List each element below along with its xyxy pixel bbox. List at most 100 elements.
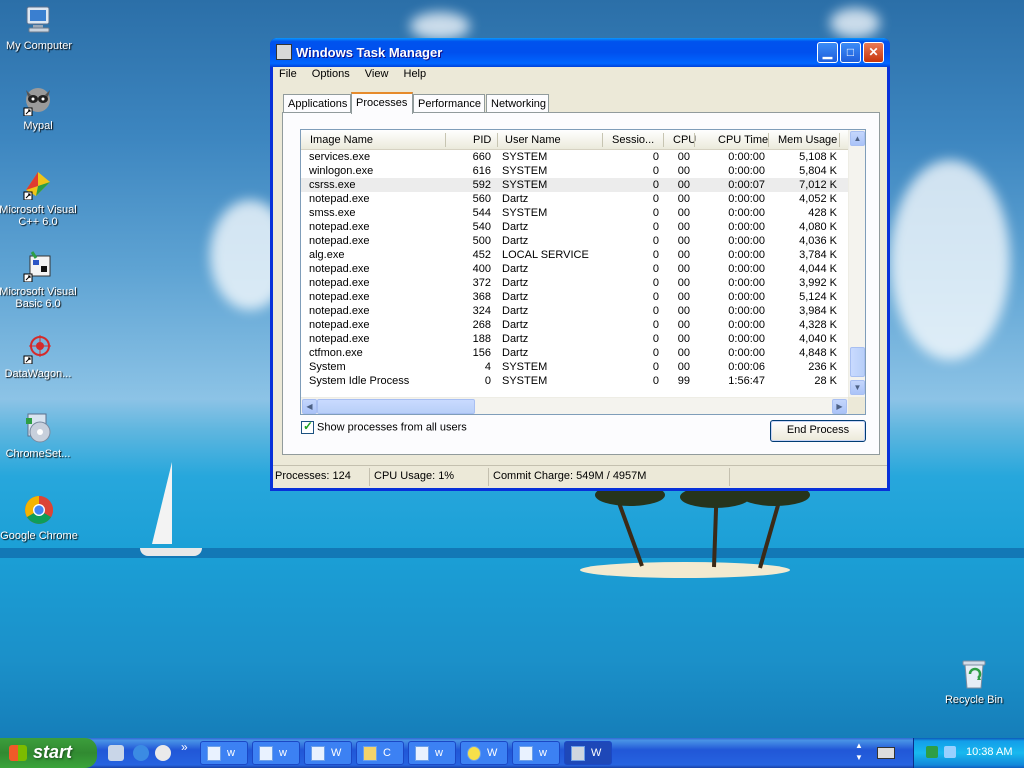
taskbar: start » w w W C w W w W ▲ ▼ 10:38 AM [0, 738, 1024, 768]
table-row[interactable]: notepad.exe 368 Dartz 0 00 0:00:00 5,124 K [301, 290, 849, 304]
taskbar-button-1[interactable]: w [200, 741, 248, 765]
column-image-name[interactable]: Image Name [310, 134, 373, 146]
scroll-right-button[interactable]: ▶ [832, 399, 847, 414]
taskbar-button-6[interactable]: W [460, 741, 508, 765]
table-row[interactable]: notepad.exe 268 Dartz 0 00 0:00:00 4,328 K [301, 318, 849, 332]
quick-launch-show-desktop-icon[interactable] [108, 745, 124, 761]
maximize-button[interactable]: □ [840, 42, 861, 63]
taskbar-button-5[interactable]: w [408, 741, 456, 765]
cell-time: 0:00:00 [728, 193, 765, 205]
network-icon[interactable] [944, 746, 956, 758]
datawagon-icon [22, 332, 54, 365]
cell-user: LOCAL SERVICE [502, 249, 589, 261]
scroll-down-button[interactable]: ▼ [850, 380, 865, 395]
column-cpu[interactable]: CPU [673, 134, 696, 146]
process-list[interactable]: Image Name PID User Name Sessio... CPU C… [300, 129, 866, 415]
show-all-users-checkbox[interactable]: ✓ [301, 419, 314, 434]
tab-applications[interactable]: Applications [283, 94, 351, 113]
desktop-icon-my-computer[interactable]: My Computer [0, 4, 79, 52]
cell-session: 0 [652, 151, 659, 163]
column-session[interactable]: Sessio... [612, 134, 654, 146]
clock[interactable]: 10:38 AM [966, 746, 1012, 758]
cell-cpu: 00 [677, 305, 690, 317]
taskbar-button-3[interactable]: W [304, 741, 352, 765]
desktop-icon-recycle-bin[interactable]: Recycle Bin [934, 658, 1014, 706]
tab-networking[interactable]: Networking [486, 94, 549, 113]
quick-launch-overflow[interactable]: » [181, 740, 188, 754]
cell-time: 0:00:00 [728, 319, 765, 331]
title-bar[interactable]: Windows Task Manager ▁ □ ✕ [270, 38, 890, 67]
table-row[interactable]: notepad.exe 400 Dartz 0 00 0:00:00 4,044 K [301, 262, 849, 276]
menu-view[interactable]: View [365, 68, 389, 80]
cell-mem: 5,124 K [799, 291, 837, 303]
taskbar-scroll-buttons[interactable]: ▲ ▼ [852, 740, 866, 766]
desktop-icon-label: Mypal [23, 120, 53, 132]
checkmark-icon: ✓ [303, 419, 314, 433]
cell-mem: 3,984 K [799, 305, 837, 317]
vertical-scrollbar[interactable]: ▲ ▼ [848, 130, 865, 398]
table-row[interactable]: notepad.exe 500 Dartz 0 00 0:00:00 4,036 K [301, 234, 849, 248]
taskbar-button-4[interactable]: C [356, 741, 404, 765]
column-mem-usage[interactable]: Mem Usage [778, 134, 837, 146]
taskbar-button-7[interactable]: w [512, 741, 560, 765]
horizontal-scroll-thumb[interactable] [317, 399, 475, 414]
table-row[interactable]: notepad.exe 324 Dartz 0 00 0:00:00 3,984 K [301, 304, 849, 318]
scroll-left-button[interactable]: ◀ [302, 399, 317, 414]
desktop-icon-google-chrome[interactable]: Google Chrome [0, 494, 79, 542]
taskbar-button-label: w [227, 747, 235, 759]
status-processes: Processes: 124 [275, 470, 351, 482]
menu-file[interactable]: File [279, 68, 297, 80]
table-row[interactable]: notepad.exe 372 Dartz 0 00 0:00:00 3,992 K [301, 276, 849, 290]
table-row[interactable]: smss.exe 544 SYSTEM 0 00 0:00:00 428 K [301, 206, 849, 220]
computer-icon [23, 4, 55, 36]
horizontal-scrollbar[interactable]: ◀ ▶ [301, 397, 849, 414]
desktop-icon-visual-cpp[interactable]: Microsoft Visual C++ 6.0 [0, 168, 78, 228]
end-process-button[interactable]: End Process [770, 420, 866, 442]
task-manager-icon [571, 746, 585, 761]
cell-cpu: 99 [677, 375, 690, 387]
table-row[interactable]: ctfmon.exe 156 Dartz 0 00 0:00:00 4,848 K [301, 346, 849, 360]
tab-processes[interactable]: Processes [351, 92, 413, 114]
desktop-icon-chromeset[interactable]: ChromeSet... [0, 412, 78, 460]
cell-user: SYSTEM [502, 207, 548, 219]
show-all-users-option[interactable]: ✓ Show processes from all users [301, 419, 467, 434]
table-row[interactable]: notepad.exe 188 Dartz 0 00 0:00:00 4,040 K [301, 332, 849, 346]
desktop-icon-datawagon[interactable]: DataWagon... [0, 332, 78, 380]
minimize-button[interactable]: ▁ [817, 42, 838, 63]
close-button[interactable]: ✕ [863, 42, 884, 63]
menu-options[interactable]: Options [312, 68, 350, 80]
column-pid[interactable]: PID [473, 134, 491, 146]
cell-cpu: 00 [677, 291, 690, 303]
task-manager-window[interactable]: Windows Task Manager ▁ □ ✕ File Options … [270, 38, 890, 491]
quick-launch-media-player-icon[interactable] [155, 745, 171, 761]
scroll-up-button[interactable]: ▲ [850, 131, 865, 146]
table-row[interactable]: System Idle Process 0 SYSTEM 0 99 1:56:47 28 K [301, 374, 849, 388]
tab-performance[interactable]: Performance [413, 94, 485, 113]
cell-name: csrss.exe [309, 179, 356, 191]
minimize-icon: ▁ [822, 45, 833, 59]
vertical-scroll-thumb[interactable] [850, 347, 865, 377]
taskbar-button-2[interactable]: w [252, 741, 300, 765]
keyboard-icon[interactable] [877, 747, 895, 759]
table-row[interactable]: notepad.exe 560 Dartz 0 00 0:00:00 4,052 K [301, 192, 849, 206]
column-user-name[interactable]: User Name [505, 134, 561, 146]
menu-help[interactable]: Help [404, 68, 427, 80]
cell-pid: 4 [484, 361, 491, 373]
desktop-icon-visual-basic[interactable]: Microsoft Visual Basic 6.0 [0, 250, 78, 310]
tray-app-icon[interactable] [926, 746, 938, 758]
table-row[interactable]: alg.exe 452 LOCAL SERVICE 0 00 0:00:00 3,784 K [301, 248, 849, 262]
quick-launch-ie-icon[interactable] [133, 745, 149, 761]
table-row[interactable]: services.exe 660 SYSTEM 0 00 0:00:00 5,108 K [301, 150, 849, 164]
table-row[interactable]: winlogon.exe 616 SYSTEM 0 00 0:00:00 5,804 K [301, 164, 849, 178]
start-button[interactable]: start [0, 738, 97, 768]
table-row[interactable]: notepad.exe 540 Dartz 0 00 0:00:00 4,080 K [301, 220, 849, 234]
desktop-icon-mypal[interactable]: Mypal [0, 84, 78, 132]
cell-time: 0:00:00 [728, 305, 765, 317]
table-row[interactable]: System 4 SYSTEM 0 00 0:00:06 236 K [301, 360, 849, 374]
cell-pid: 616 [472, 165, 491, 177]
table-row[interactable]: csrss.exe 592 SYSTEM 0 00 0:00:07 7,012 K [301, 178, 849, 192]
taskbar-button-task-manager[interactable]: W [564, 741, 612, 765]
column-cpu-time[interactable]: CPU Time [718, 134, 768, 146]
notepad-icon [415, 746, 429, 761]
cell-session: 0 [652, 235, 659, 247]
